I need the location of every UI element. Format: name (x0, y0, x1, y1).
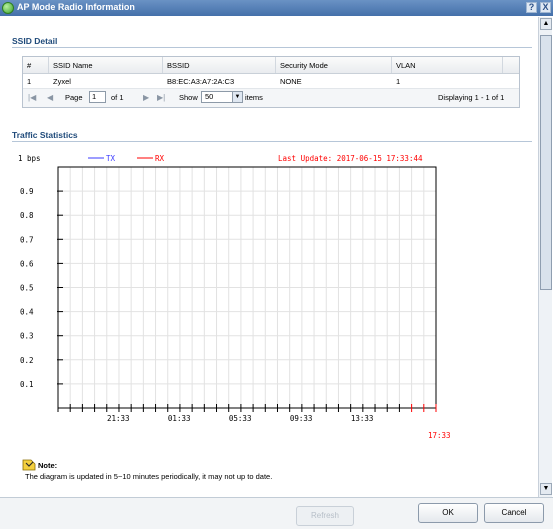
cell-filler (503, 74, 519, 88)
last-page-icon[interactable]: ▶| (157, 93, 165, 102)
page-number-input[interactable]: 1 (89, 91, 106, 103)
page-of-label: of 1 (111, 93, 124, 102)
legend-tx-label: TX (106, 154, 116, 163)
page-size-select[interactable]: 50 ▼ (201, 91, 243, 103)
refresh-button[interactable]: Refresh (296, 506, 354, 526)
y-tick-label: 0.9 (20, 187, 34, 196)
last-update-label: Last Update: 2017-06-15 17:33:44 (278, 154, 423, 163)
x-tick-label: 09:33 (290, 414, 313, 423)
y-tick-label: 0.5 (20, 284, 34, 293)
items-label: items (245, 93, 263, 102)
ok-button[interactable]: OK (418, 503, 478, 523)
dialog-footer: Refresh OK Cancel (0, 497, 553, 529)
chart-grid (58, 167, 436, 408)
y-tick-label: 0.2 (20, 356, 34, 365)
x-tick-label: 21:33 (107, 414, 130, 423)
y-tick-label: 0.8 (20, 211, 34, 220)
x-tick-label: 01:33 (168, 414, 191, 423)
next-page-icon[interactable]: ▶ (143, 93, 149, 102)
close-button[interactable]: X (540, 2, 551, 13)
y-tick-label: 0.6 (20, 259, 34, 268)
legend-rx-label: RX (155, 154, 165, 163)
pagination-bar: |◀ ◀ Page 1 of 1 ▶ ▶| Show 50 ▼ items Di… (23, 89, 519, 107)
x-tick-label: 05:33 (229, 414, 252, 423)
ssid-table: # SSID Name BSSID Security Mode VLAN 1 Z… (22, 56, 520, 108)
window-title: AP Mode Radio Information (17, 2, 135, 12)
cell-security-mode: NONE (280, 77, 302, 86)
cell-vlan: 1 (396, 77, 401, 86)
y-unit-label: 1 bps (18, 154, 41, 163)
chevron-down-icon[interactable]: ▼ (232, 92, 242, 102)
page-label: Page (65, 93, 83, 102)
column-header[interactable]: SSID Name (49, 57, 163, 73)
y-tick-label: 0.4 (20, 308, 34, 317)
note-title: Note: (38, 461, 58, 470)
traffic-statistics-title: Traffic Statistics (12, 130, 78, 140)
column-header[interactable]: VLAN (392, 57, 503, 73)
table-header: # SSID Name BSSID Security Mode VLAN (23, 57, 519, 74)
y-tick-label: 0.7 (20, 235, 34, 244)
cancel-button[interactable]: Cancel (484, 503, 544, 523)
cell-ssid-name: Zyxel (53, 77, 71, 86)
x-tick-label: 13:33 (351, 414, 374, 423)
column-header[interactable]: Security Mode (276, 57, 392, 73)
traffic-chart: 1 bps TX RX Last Update: 2017-06-15 17:3… (18, 154, 451, 440)
page-size-value: 50 (205, 92, 214, 101)
table-row[interactable]: 1 Zyxel B8:EC:A3:A7:2A:C3 NONE 1 (23, 74, 519, 89)
scroll-up-arrow-icon[interactable]: ▲ (540, 18, 552, 30)
column-header-filler (503, 57, 519, 73)
y-tick-label: 0.3 (20, 332, 34, 341)
cell-bssid: B8:EC:A3:A7:2A:C3 (167, 77, 235, 86)
ssid-detail-title: SSID Detail (12, 36, 58, 46)
note-text: The diagram is updated in 5~10 minutes p… (25, 472, 273, 481)
info-icon (2, 2, 14, 14)
y-tick-label: 0.1 (20, 380, 34, 389)
title-bar: AP Mode Radio Information ? X (0, 0, 553, 16)
x-tick-label-current: 17:33 (428, 431, 451, 440)
displaying-info: Displaying 1 - 1 of 1 (438, 93, 505, 102)
section-divider (12, 47, 532, 48)
column-header[interactable]: BSSID (163, 57, 276, 73)
scroll-down-arrow-icon[interactable]: ▼ (540, 483, 552, 495)
help-button[interactable]: ? (526, 2, 537, 13)
previous-page-icon[interactable]: ◀ (47, 93, 53, 102)
first-page-icon[interactable]: |◀ (28, 93, 36, 102)
x-axis-ticks: 21:33 01:33 05:33 09:33 13:33 (57, 404, 437, 423)
column-header[interactable]: # (23, 57, 49, 73)
show-label: Show (179, 93, 198, 102)
note-icon (22, 459, 36, 471)
vertical-scrollbar[interactable]: ▲ ▼ (538, 17, 552, 497)
cell-num: 1 (27, 77, 32, 86)
y-axis-ticks: 0.9 0.8 0.7 0.6 0.5 0.4 0.3 0.2 0.1 (20, 187, 63, 389)
scroll-thumb[interactable] (540, 35, 552, 290)
section-divider (12, 141, 532, 142)
